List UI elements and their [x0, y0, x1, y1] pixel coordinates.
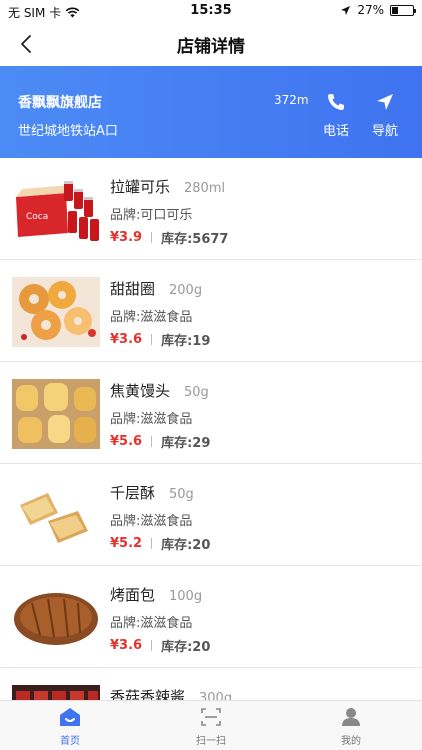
product-stock: 库存:19 — [161, 334, 211, 349]
call-button[interactable]: 电话 — [316, 92, 356, 139]
page-title: 店铺详情 — [177, 37, 245, 57]
product-name: 烤面包 100g — [110, 584, 202, 605]
tab-bar: 首页 扫一扫 我的 — [0, 700, 422, 750]
product-name: 千层酥 50g — [110, 482, 194, 503]
product-price: ¥3.9 — [110, 230, 143, 245]
scan-icon — [201, 708, 221, 726]
product-brand: 品牌:滋滋食品 — [110, 514, 193, 529]
store-name: 香飘飘旗舰店 — [18, 95, 102, 111]
product-stock: 库存:20 — [161, 640, 211, 655]
product-image-bread — [12, 583, 100, 653]
store-banner: 香飘飘旗舰店 世纪城地铁站A口 372m 电话 导航 — [0, 66, 422, 158]
product-brand: 品牌:滋滋食品 — [110, 310, 193, 325]
battery-percent: 27% — [357, 3, 384, 17]
product-item[interactable]: Coca 拉罐可乐 280ml 品牌:可口可乐 ¥3.9 库存:5677 — [0, 158, 422, 260]
product-brand: 品牌:滋滋食品 — [110, 412, 193, 427]
product-brand: 品牌:滋滋食品 — [110, 616, 193, 631]
battery-level — [392, 6, 398, 14]
home-icon — [60, 708, 80, 726]
product-stock: 库存:20 — [161, 538, 211, 553]
status-bar: 无 SIM 卡 15:35 27% — [0, 0, 422, 22]
nav-bar: 店铺详情 — [0, 22, 422, 66]
divider — [151, 334, 153, 345]
product-brand: 品牌:可口可乐 — [110, 208, 193, 223]
tab-home[interactable]: 首页 — [20, 707, 120, 747]
product-spec: 100g — [169, 589, 203, 604]
product-spec: 50g — [169, 487, 194, 502]
product-price: ¥5.6 — [110, 434, 143, 449]
product-meta: ¥5.6 库存:29 — [110, 432, 210, 451]
product-image-pastry — [12, 481, 100, 551]
product-name: 甜甜圈 200g — [110, 278, 202, 299]
store-distance: 372m — [274, 93, 309, 107]
product-item[interactable]: 烤面包 100g 品牌:滋滋食品 ¥3.6 库存:20 — [0, 566, 422, 668]
tab-mine[interactable]: 我的 — [301, 707, 401, 747]
product-title: 千层酥 — [110, 484, 156, 502]
svg-text:Coca: Coca — [26, 212, 48, 222]
battery-icon — [390, 4, 416, 16]
product-price: ¥5.2 — [110, 536, 143, 551]
user-icon — [342, 708, 360, 726]
product-meta: ¥3.6 库存:20 — [110, 636, 210, 655]
navigate-label: 导航 — [371, 124, 398, 139]
product-spec: 200g — [169, 283, 203, 298]
tab-scan[interactable]: 扫一扫 — [161, 707, 261, 747]
tab-mine-label: 我的 — [341, 736, 361, 747]
product-image-bun — [12, 379, 100, 449]
product-item[interactable]: 焦黄馒头 50g 品牌:滋滋食品 ¥5.6 库存:29 — [0, 362, 422, 464]
product-spec: 50g — [184, 385, 209, 400]
product-meta: ¥3.9 库存:5677 — [110, 228, 228, 247]
product-price: ¥3.6 — [110, 638, 143, 653]
product-title: 烤面包 — [110, 586, 156, 604]
product-meta: ¥5.2 库存:20 — [110, 534, 210, 553]
store-address: 世纪城地铁站A口 — [18, 124, 118, 139]
product-price: ¥3.6 — [110, 332, 143, 347]
status-right: 27% — [340, 3, 416, 17]
call-label: 电话 — [322, 124, 349, 139]
navigate-button[interactable]: 导航 — [365, 92, 405, 139]
divider — [151, 640, 153, 651]
tab-home-label: 首页 — [60, 736, 80, 747]
product-stock: 库存:5677 — [161, 232, 229, 247]
product-image-cola: Coca — [12, 175, 100, 245]
divider — [151, 232, 153, 243]
product-meta: ¥3.6 库存:19 — [110, 330, 210, 349]
tab-scan-label: 扫一扫 — [196, 736, 226, 747]
divider — [151, 436, 153, 447]
product-list: Coca 拉罐可乐 280ml 品牌:可口可乐 ¥3.9 库存:5677 甜甜圈… — [0, 158, 422, 750]
product-stock: 库存:29 — [161, 436, 211, 451]
product-name: 焦黄馒头 50g — [110, 380, 209, 401]
product-title: 焦黄馒头 — [110, 382, 171, 400]
phone-icon — [328, 94, 344, 110]
product-title: 拉罐可乐 — [110, 178, 171, 196]
product-image-donut — [12, 277, 100, 347]
product-title: 甜甜圈 — [110, 280, 156, 298]
navigation-icon — [377, 94, 393, 110]
product-item[interactable]: 甜甜圈 200g 品牌:滋滋食品 ¥3.6 库存:19 — [0, 260, 422, 362]
product-item[interactable]: 千层酥 50g 品牌:滋滋食品 ¥5.2 库存:20 — [0, 464, 422, 566]
divider — [151, 538, 153, 549]
product-spec: 280ml — [184, 181, 226, 196]
location-arrow-icon — [341, 5, 351, 15]
product-name: 拉罐可乐 280ml — [110, 176, 225, 197]
